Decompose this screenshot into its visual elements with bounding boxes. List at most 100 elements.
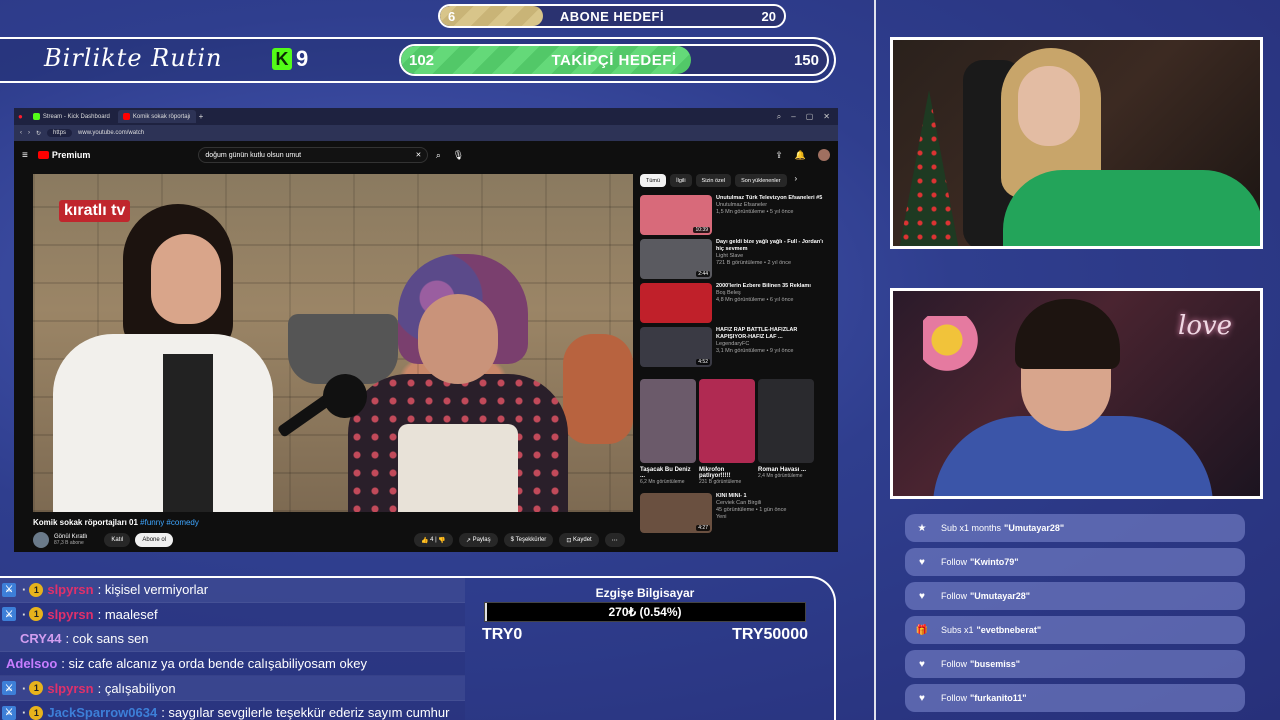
microphone-icon[interactable]: 🎙 (448, 147, 468, 163)
video-thumbnail[interactable]: 10:39 (640, 195, 712, 235)
video-thumbnail[interactable]: 4:52 (640, 327, 712, 367)
subscriber-goal-bar: 6 ABONE HEDEFİ 20 (438, 4, 786, 28)
chat-text: : kişisel vermiyorlar (97, 582, 209, 598)
event-item: ♥ Follow "Kwinto79" (905, 548, 1245, 576)
follower-goal-max: 150 (793, 51, 819, 69)
search-input[interactable]: doğum günün kutlu olsun umut ✕ (198, 147, 429, 163)
subscriber-badge-icon: 1 (29, 705, 44, 720)
moderator-badge-icon: ⚔ (2, 705, 16, 720)
video-player[interactable]: kıratlı tv (33, 174, 633, 512)
chat-message: ⚔ · 1 slpyrsn: maalesef (0, 602, 465, 628)
chat-message: CRY44: cok sans sen (0, 627, 465, 652)
chip-all[interactable]: Tümü (640, 174, 667, 187)
chat-username[interactable]: CRY44 (20, 631, 61, 646)
moderator-badge-icon: ⚔ (2, 582, 16, 597)
subscribe-button[interactable]: Abone ol (135, 533, 174, 547)
video-thumbnail[interactable]: 4:27 (640, 493, 712, 533)
notifications-icon[interactable]: 🔔 (795, 150, 806, 161)
close-icon[interactable]: ✕ (823, 112, 830, 122)
video-thumbnail[interactable] (640, 283, 712, 323)
list-item[interactable]: 4:52 HAFIZ RAP BATTLE-HAFIZLAR KAPIŞIYOR… (640, 327, 830, 371)
reload-icon[interactable]: ↻ (36, 130, 41, 137)
thanks-icon: $ (510, 537, 514, 543)
chip-for-you[interactable]: Sizin özel (695, 174, 732, 187)
chat-text: : çalışabiliyon (97, 680, 176, 696)
chat-message: ⚔ · 1 JackSparrow0634: saygılar sevgilerle… (0, 700, 465, 720)
avatar[interactable] (818, 149, 830, 161)
search-icon[interactable]: ⌕ (428, 147, 448, 163)
new-tab-icon[interactable]: + (199, 112, 204, 121)
browser-window: ● Stream - Kick Dashboard Komik sokak rö… (14, 108, 838, 552)
event-item: ♥ Follow "furkanito11" (905, 684, 1245, 712)
youtube-logo[interactable]: Premium (37, 150, 90, 160)
short-item[interactable]: Taşacak Bu Deniz ... 6,2 Mn görüntüleme (640, 379, 696, 485)
opera-logo-icon: ● (18, 112, 23, 121)
back-icon[interactable]: ‹ (20, 130, 22, 136)
heart-icon: ♥ (919, 590, 925, 602)
thanks-button[interactable]: $ Teşekkürler (503, 533, 554, 547)
minimize-icon[interactable]: – (791, 112, 795, 122)
stream-title: Birlikte Rutin (44, 44, 223, 72)
channel-brand-logo: kıratlı tv (59, 200, 131, 222)
donation-goal: Ezgişe Bilgisayar 270₺ (0.54%) TRY0 TRY5… (480, 586, 810, 644)
chat-username[interactable]: Adelsoo (6, 656, 57, 671)
chip-recent[interactable]: Son yüklenenler (735, 174, 787, 187)
upload-icon[interactable]: ⇪ (775, 150, 783, 161)
search-query: doğum günün kutlu olsun umut (205, 151, 302, 159)
subscriber-goal-max: 20 (761, 8, 776, 24)
neon-sign: love (1178, 311, 1233, 341)
channel-avatar[interactable] (33, 532, 49, 548)
chip-related[interactable]: İlgili (670, 174, 692, 187)
chat-message: ⚔ · 1 slpyrsn: çalışabiliyon (0, 676, 465, 701)
short-item[interactable]: Mikrofon patlıyor!!!!! 231 B görüntüleme (699, 379, 755, 485)
tab-youtube-video[interactable]: Komik sokak röportajı (117, 110, 196, 123)
chat-text: : siz cafe alcanız ya orda bende calışab… (61, 656, 367, 672)
webcam-streamer-1 (890, 37, 1263, 249)
menu-icon[interactable]: ≡ (22, 150, 28, 161)
list-item[interactable]: 2:44 Dayı geldi bize yağlı yağlı - Full … (640, 239, 830, 283)
chat-username[interactable]: slpyrsn (47, 582, 93, 597)
chat-username[interactable]: slpyrsn (47, 681, 93, 696)
donation-range: TRY0 TRY50000 (480, 626, 810, 644)
donation-progress-fill (485, 603, 487, 621)
like-button[interactable]: 👍 4 | 👎 (414, 533, 453, 547)
browser-tab-bar: ● Stream - Kick Dashboard Komik sokak rö… (14, 108, 838, 125)
channel-info: Gönül Kıratlı 87,3 B abone Katıl Abone o… (33, 532, 174, 548)
donation-goal-title: Ezgişe Bilgisayar (595, 586, 695, 600)
short-item[interactable]: Roman Havası ... 2,4 Mn görüntüleme (758, 379, 814, 485)
forward-icon[interactable]: › (28, 130, 30, 136)
join-button[interactable]: Katıl (104, 533, 131, 547)
heart-icon: ♥ (919, 556, 925, 568)
video-thumbnail[interactable]: 2:44 (640, 239, 712, 279)
share-button[interactable]: ↗ Paylaş (458, 533, 498, 547)
video-hashtags[interactable]: #funny #comedy (140, 518, 199, 527)
thumbs-down-icon[interactable]: 👎 (438, 537, 445, 544)
save-button[interactable]: ⊡ Kaydet (559, 533, 599, 547)
donation-current: 270₺ (0.54%) (608, 605, 682, 619)
new-badge: Yeni (716, 514, 727, 520)
reporter-figure (53, 204, 273, 512)
follower-goal-title: TAKİPÇİ HEDEFİ (551, 51, 677, 69)
follower-goal-bar: 102 TAKİPÇİ HEDEFİ 150 (399, 44, 829, 76)
thumbs-up-icon: 👍 (421, 537, 429, 544)
chat-username[interactable]: slpyrsn (47, 607, 93, 622)
youtube-tab-icon (122, 113, 130, 120)
list-item[interactable]: 2000'lerin Ezbere Bilinen 35 Reklamı Boş … (640, 283, 830, 327)
clay-jug (563, 334, 633, 444)
event-item: ♥ Follow "Umutayar28" (905, 582, 1245, 610)
kick-tab-icon (32, 113, 40, 120)
more-actions-button[interactable]: ⋯ (604, 533, 625, 547)
search-tabs-icon[interactable]: ⌕ (777, 112, 781, 122)
maximize-icon[interactable]: ▢ (806, 112, 814, 122)
subscriber-badge-icon: 1 (29, 607, 44, 622)
list-item[interactable]: 10:39 Unutulmaz Türk Televizyon Efsanele… (640, 195, 830, 239)
tab-kick-dashboard[interactable]: Stream - Kick Dashboard (28, 110, 115, 123)
webcam-streamer-2: love (890, 288, 1263, 499)
url-field[interactable]: www.youtube.com/watch (78, 130, 144, 136)
list-item[interactable]: 4:27 KINI MINI- 1 Cerviek Can Birgili 45 g… (640, 493, 830, 537)
chevron-right-icon[interactable]: › (795, 174, 798, 187)
chat-username[interactable]: JackSparrow0634 (47, 705, 157, 720)
event-item: ♥ Follow "busemiss" (905, 650, 1245, 678)
clear-search-icon[interactable]: ✕ (415, 151, 421, 159)
chat-text: : saygılar sevgilerle teşekkür ederiz sa… (161, 705, 450, 720)
